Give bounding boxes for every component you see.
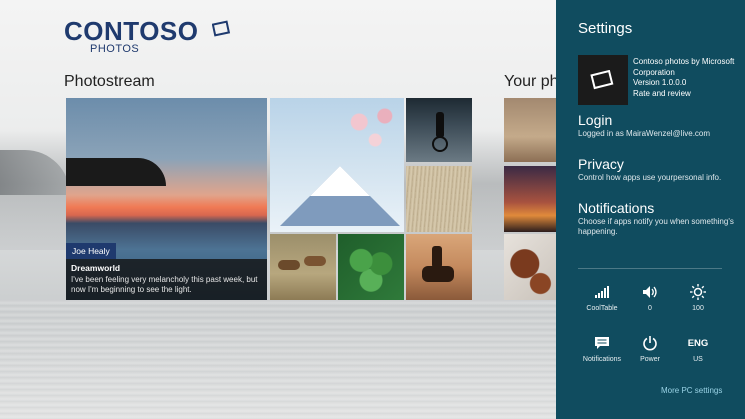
settings-privacy[interactable]: Privacy Control how apps use yourpersona… — [578, 156, 728, 183]
photo-tile-cowboy[interactable] — [406, 234, 472, 300]
photo-caption-title: Dreamworld — [71, 263, 121, 273]
photo-tile-clover[interactable] — [338, 234, 404, 300]
cyclist-silhouette — [436, 112, 444, 138]
power-icon — [643, 336, 657, 351]
network-label: CoolTable — [586, 305, 618, 312]
settings-notifications[interactable]: Notifications Choose if apps notify you … — [578, 200, 738, 237]
settings-charm-pane: Settings Contoso photos by Microsoft Cor… — [556, 0, 745, 419]
background-water — [0, 300, 560, 419]
app-version: Version 1.0.0.0 — [633, 78, 687, 87]
keyboard-label: US — [693, 356, 703, 363]
settings-login-desc: Logged in as MairaWenzel@live.com — [578, 129, 711, 138]
settings-privacy-desc: Control how apps use yourpersonal info. — [578, 173, 722, 182]
app-info: Contoso photos by Microsoft Corporation … — [633, 57, 741, 99]
your-photo-tile-1[interactable] — [504, 98, 556, 162]
island-silhouette — [66, 158, 166, 186]
signal-icon — [595, 286, 609, 298]
horse-silhouette — [422, 266, 454, 282]
logo-wordmark: CONTOSO — [64, 16, 199, 46]
settings-notifications-desc: Choose if apps notify you when something… — [578, 217, 734, 236]
volume-button[interactable]: 0 — [626, 283, 674, 312]
network-button[interactable]: CoolTable — [578, 283, 626, 312]
photo-caption-text: I've been feeling very melancholy this p… — [71, 275, 258, 294]
photo-tile-cyclist[interactable] — [406, 98, 472, 162]
notifications-label: Notifications — [582, 356, 622, 363]
antelope-1 — [278, 260, 300, 270]
app-info-line: Contoso photos by Microsoft — [633, 57, 735, 66]
photo-tile-grass[interactable] — [406, 166, 472, 232]
settings-notifications-heading: Notifications — [578, 200, 655, 216]
your-photo-tile-2[interactable] — [504, 166, 556, 232]
volume-icon — [643, 286, 657, 298]
mountain-snowcap — [310, 166, 370, 196]
photo-caption: Dreamworld I've been feeling very melanc… — [66, 259, 267, 300]
settings-login-heading: Login — [578, 112, 613, 128]
settings-title: Settings — [578, 20, 633, 37]
brightness-icon — [690, 284, 706, 300]
brightness-label: 100 — [692, 305, 704, 312]
photo-author-badge: Joe Healy — [66, 243, 116, 259]
power-button[interactable]: Power — [626, 334, 674, 363]
app-tile-icon — [578, 55, 628, 105]
settings-login[interactable]: Login Logged in as MairaWenzel@live.com — [578, 112, 710, 139]
photo-tile-mountain[interactable] — [270, 98, 404, 232]
photos-logo-icon — [212, 20, 231, 37]
settings-privacy-heading: Privacy — [578, 156, 624, 172]
antelope-2 — [304, 256, 326, 266]
more-pc-settings-link[interactable]: More PC settings — [661, 386, 722, 395]
keyboard-button[interactable]: ENG US — [674, 334, 722, 364]
app-logo: CONTOSO PHOTOS — [64, 16, 231, 55]
power-label: Power — [640, 356, 660, 363]
rider-silhouette — [432, 246, 442, 268]
photostream-title: Photostream — [64, 73, 155, 90]
settings-divider — [578, 268, 722, 269]
cherry-blossom — [340, 98, 404, 158]
app-info-line: Corporation — [633, 67, 675, 77]
notifications-icon — [595, 337, 609, 349]
rate-and-review-link[interactable]: Rate and review — [633, 89, 741, 100]
notifications-button[interactable]: Notifications — [578, 334, 626, 363]
keyboard-icon: ENG — [687, 337, 709, 349]
photos-app-icon — [590, 70, 614, 90]
photo-tile-antelopes[interactable] — [270, 234, 336, 300]
your-photo-tile-3[interactable] — [504, 234, 556, 300]
brightness-button[interactable]: 100 — [674, 283, 722, 312]
volume-label: 0 — [648, 305, 652, 312]
bike-wheel — [432, 136, 448, 152]
